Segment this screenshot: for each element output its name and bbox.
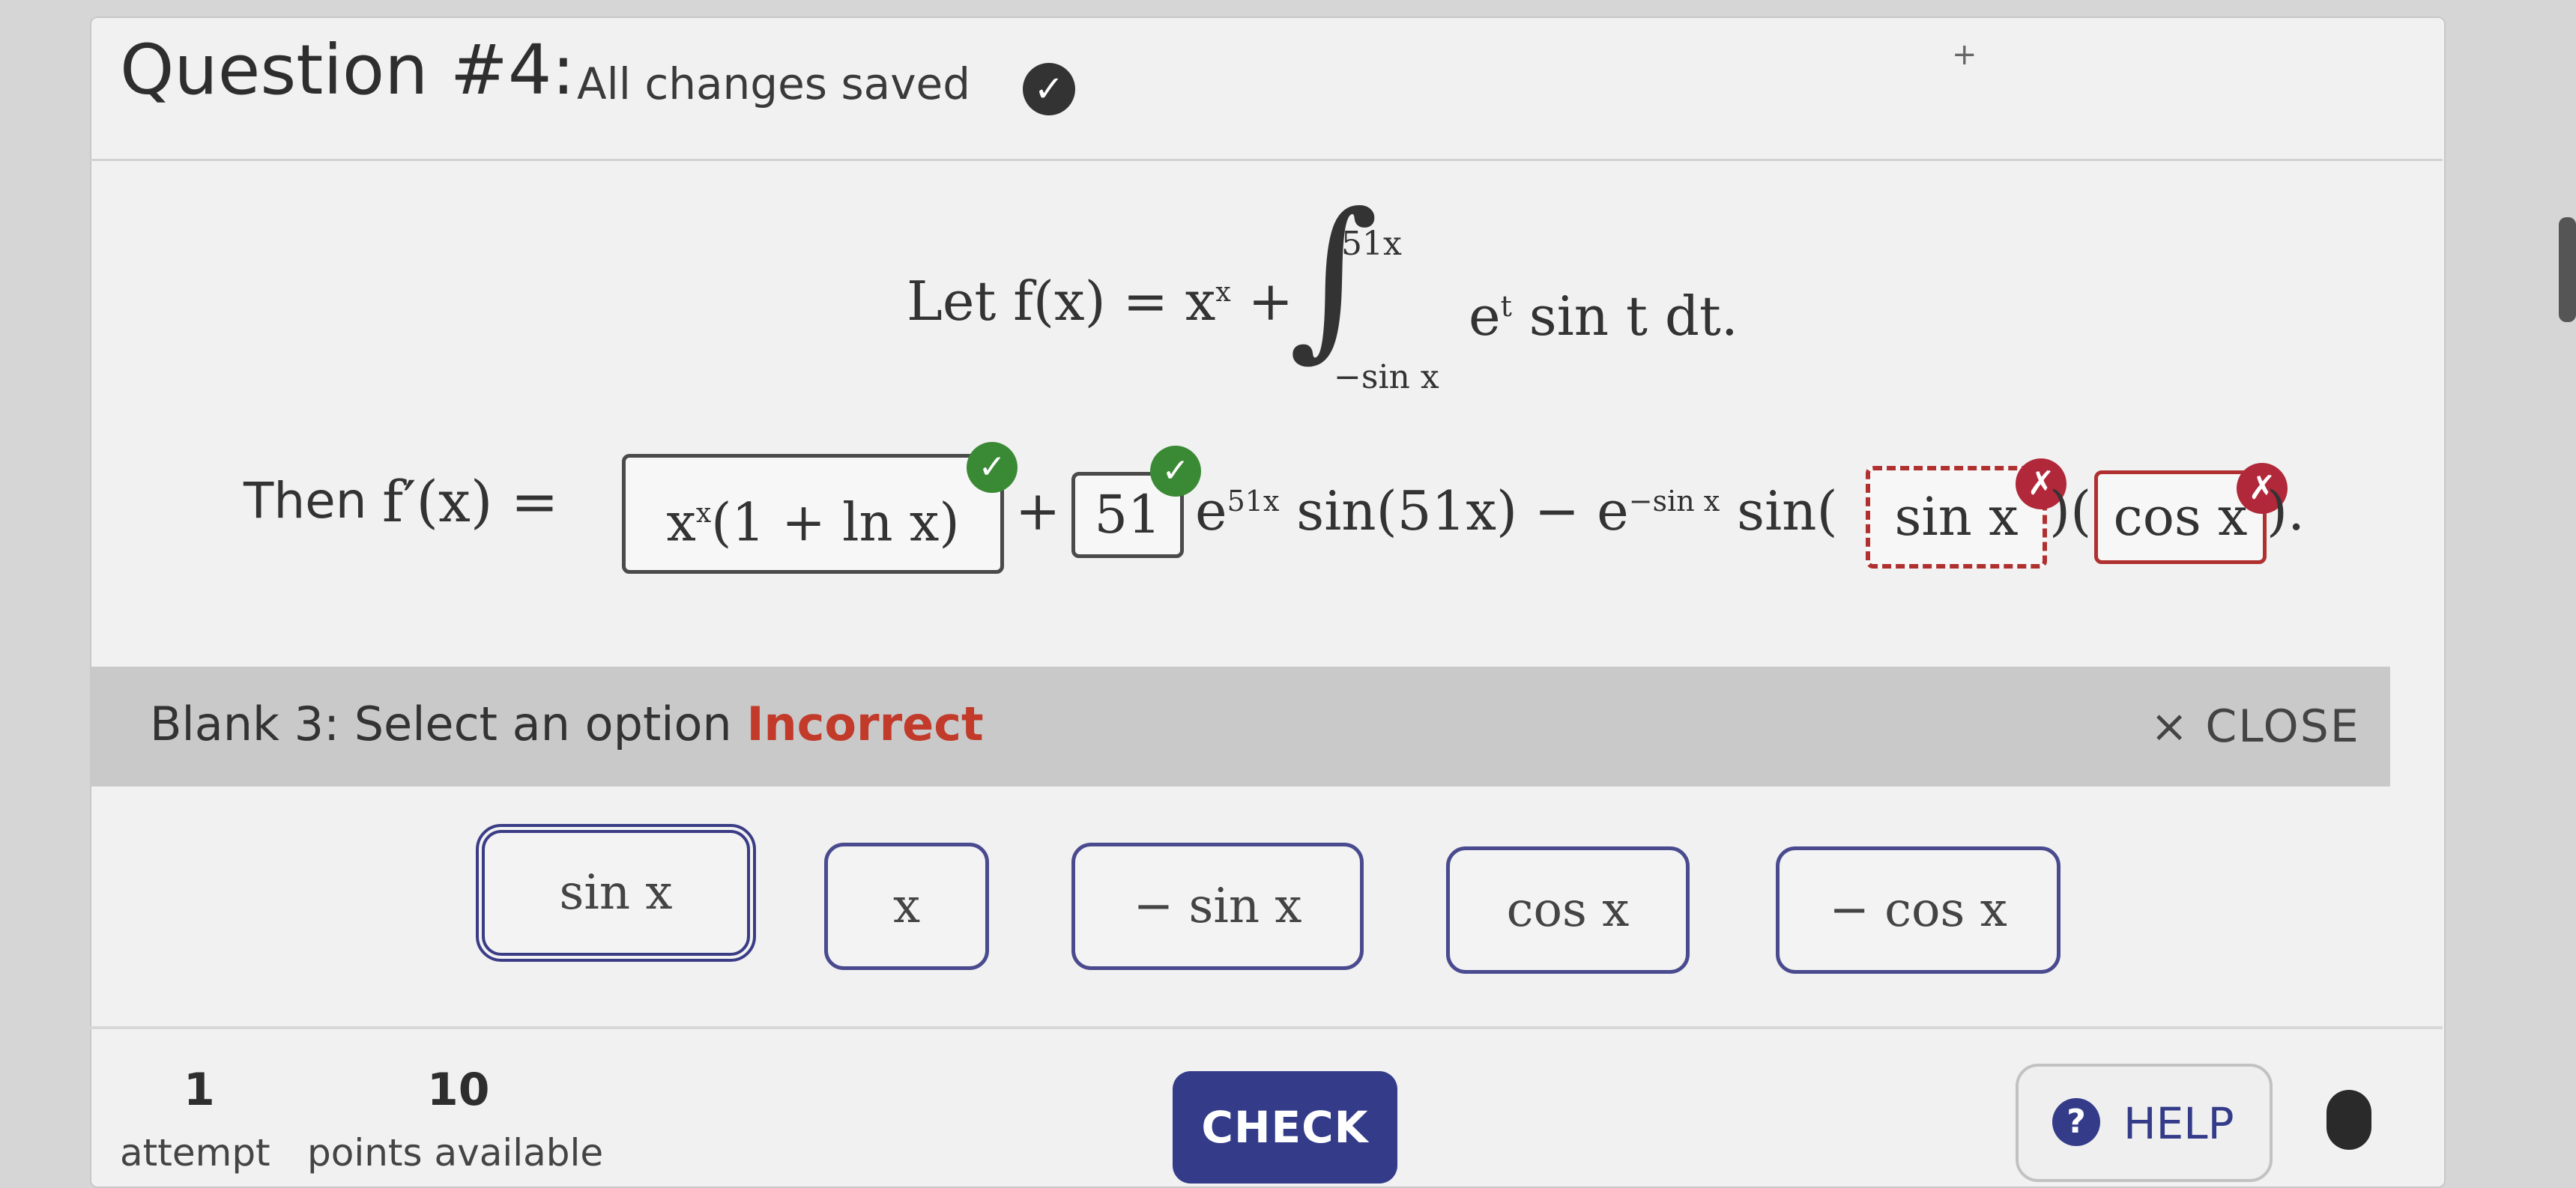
points-label: points available [307, 1131, 604, 1175]
option-cos-x[interactable]: cos x [1446, 846, 1690, 974]
blank1-base: x [666, 491, 696, 554]
option-neg-sin-x[interactable]: − sin x [1071, 843, 1364, 970]
term-e2-exponent: −sin x [1628, 485, 1720, 518]
feedback-label: Blank 3: Select an option Incorrect [150, 697, 984, 751]
integrand-base: e [1469, 285, 1501, 348]
term-sin2: sin( [1737, 479, 1838, 542]
exp-term: e51x sin(51x) − e−sin x sin( [1195, 479, 1838, 542]
points-count: 10 [427, 1064, 490, 1116]
attempts-label: attempt [120, 1131, 270, 1175]
integrand: et sin t dt. [1469, 285, 1738, 348]
footer-divider [90, 1026, 2443, 1029]
help-button[interactable]: ? HELP [2016, 1064, 2273, 1182]
expression-end: ). [2267, 479, 2305, 542]
upper-limit: 51x [1341, 225, 1402, 263]
correct-check-icon: ✓ [1150, 446, 1201, 497]
bug-report-icon[interactable] [2326, 1090, 2371, 1150]
option-x[interactable]: x [824, 843, 989, 970]
question-mark-icon: ? [2052, 1098, 2100, 1146]
saved-check-icon: ✓ [1023, 63, 1075, 115]
blank1-exponent: x [695, 498, 712, 529]
option-neg-cos-x[interactable]: − cos x [1776, 846, 2061, 974]
plus-icon: + [1952, 37, 1977, 72]
integral-sign: ∫ [1289, 177, 1379, 377]
feedback-text: Blank 3: Select an option [150, 697, 732, 751]
help-label: HELP [2123, 1098, 2234, 1149]
integrand-exponent: t [1500, 290, 1512, 323]
answer-blank-1[interactable]: xx(1 + ln x) [622, 454, 1004, 574]
option-sin-x[interactable]: sin x [476, 824, 756, 962]
term-e: e [1195, 479, 1227, 542]
paren-mid: )( [2049, 479, 2092, 542]
integrand-rest: sin t dt. [1529, 285, 1738, 348]
definition-plus: + [1248, 270, 1293, 333]
close-button[interactable]: × CLOSE [2150, 700, 2360, 753]
correct-check-icon: ✓ [967, 442, 1018, 493]
function-definition: Let f(x) = xx + [907, 270, 1293, 333]
blank1-rest: (1 + ln x) [711, 491, 960, 554]
attempts-count: 1 [184, 1064, 215, 1116]
definition-exponent: x [1215, 277, 1231, 308]
check-button[interactable]: CHECK [1173, 1071, 1397, 1184]
question-title: Question #4: [120, 30, 575, 110]
save-status: All changes saved [577, 58, 971, 109]
question-card [90, 16, 2446, 1188]
then-label: Then [244, 472, 367, 530]
derivative-lhs: f′(x) = [382, 468, 559, 535]
term-sin: sin(51x) − e [1296, 479, 1629, 542]
lower-limit: −sin x [1334, 358, 1439, 396]
term-e-exponent: 51x [1227, 485, 1280, 518]
scrollbar[interactable] [2559, 217, 2576, 322]
incorrect-status: Incorrect [746, 697, 984, 751]
definition-prefix: Let f(x) = x [907, 270, 1216, 333]
plus-operator: + [1015, 479, 1061, 542]
